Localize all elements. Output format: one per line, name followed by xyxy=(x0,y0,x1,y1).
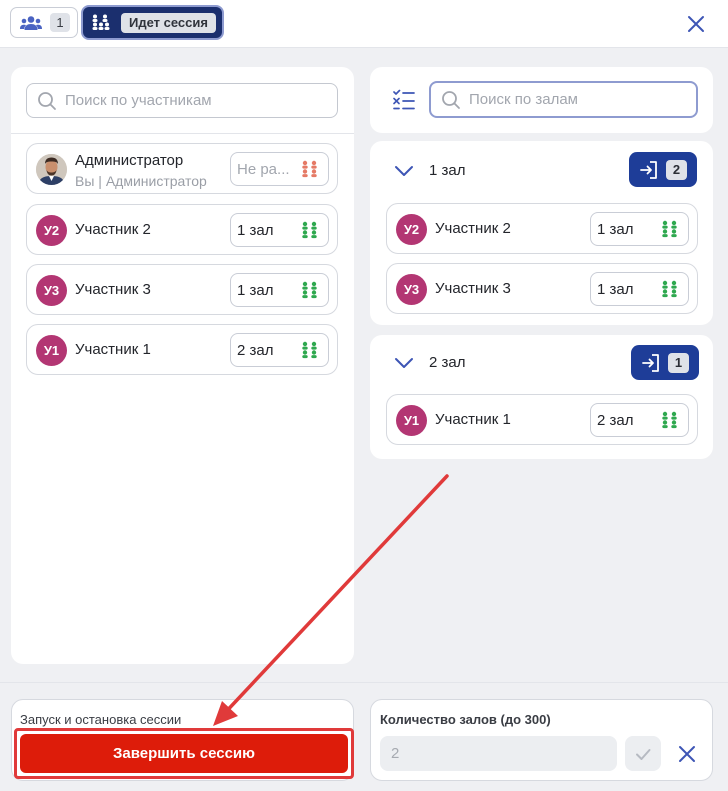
session-tab[interactable]: Идет сессия xyxy=(81,5,224,40)
close-icon xyxy=(679,746,695,762)
avatar: У2 xyxy=(36,215,67,246)
close-button[interactable] xyxy=(684,12,708,36)
avatar xyxy=(36,154,67,185)
participants-tab[interactable]: 1 xyxy=(10,7,78,38)
chevron-down-icon[interactable] xyxy=(394,353,414,373)
rooms-icon xyxy=(302,221,317,239)
participant-name: Участник 3 xyxy=(435,280,511,297)
bottom-bar: Запуск и остановка сессии Завершить сесс… xyxy=(0,682,728,791)
hall-select-value: 2 зал xyxy=(597,411,634,429)
hall-header: 2 зал 1 xyxy=(370,335,713,393)
hall-card: 1 зал 2 У2 Участник 2 1 зал У3 Участник … xyxy=(370,141,713,325)
confirm-button[interactable] xyxy=(625,736,661,771)
hall-select-value: Не ра... xyxy=(237,160,290,178)
hall-select-value: 1 зал xyxy=(597,280,634,298)
hall-select[interactable]: 2 зал xyxy=(230,333,329,367)
hall-header: 1 зал 2 xyxy=(370,141,713,199)
halls-count-label: Количество залов (до 300) xyxy=(380,712,551,727)
participant-row[interactable]: У2 Участник 2 1 зал xyxy=(26,204,338,255)
users-icon xyxy=(20,15,42,30)
join-hall-button[interactable]: 1 xyxy=(631,345,699,380)
hall-select[interactable]: Не ра... xyxy=(230,152,329,186)
participant-name: Участник 2 xyxy=(435,220,511,237)
divider xyxy=(11,133,354,134)
halls-search[interactable] xyxy=(429,81,698,118)
chevron-down-icon[interactable] xyxy=(394,161,414,181)
session-control-label: Запуск и остановка сессии xyxy=(20,712,182,727)
participant-name: Участник 3 xyxy=(75,281,151,298)
avatar: У3 xyxy=(36,275,67,306)
rooms-icon xyxy=(662,220,677,238)
hall-card: 2 зал 1 У1 Участник 1 2 зал xyxy=(370,335,713,459)
hall-member-count: 2 xyxy=(666,159,687,180)
rooms-icon xyxy=(302,281,317,299)
login-icon xyxy=(640,160,657,179)
admin-photo-icon xyxy=(36,154,67,185)
hall-member-row[interactable]: У3 Участник 3 1 зал xyxy=(386,263,698,314)
participant-row[interactable]: У1 Участник 1 2 зал xyxy=(26,324,338,375)
hall-select-value: 1 зал xyxy=(237,221,274,239)
halls-search-panel xyxy=(370,67,713,133)
session-status-badge: Идет сессия xyxy=(121,12,216,33)
avatar: У1 xyxy=(396,405,427,436)
participant-name: Участник 2 xyxy=(75,221,151,238)
join-hall-button[interactable]: 2 xyxy=(629,152,697,187)
login-icon xyxy=(642,353,659,372)
session-control-panel: Запуск и остановка сессии Завершить сесс… xyxy=(11,699,354,781)
close-icon xyxy=(688,16,704,32)
search-icon xyxy=(442,90,460,109)
hall-title: 2 зал xyxy=(429,354,466,371)
end-session-button[interactable]: Завершить сессию xyxy=(20,734,348,773)
hall-select[interactable]: 1 зал xyxy=(590,272,689,306)
avatar: У2 xyxy=(396,214,427,245)
participant-name: Администратор xyxy=(75,152,184,169)
top-bar: 1 Идет сессия xyxy=(0,0,728,48)
avatar: У3 xyxy=(396,274,427,305)
hall-select[interactable]: 1 зал xyxy=(230,213,329,247)
rooms-icon xyxy=(92,14,110,30)
rooms-icon xyxy=(302,341,317,359)
participants-count-badge: 1 xyxy=(50,13,70,32)
hall-select[interactable]: 2 зал xyxy=(590,403,689,437)
hall-member-count: 1 xyxy=(668,352,689,373)
hall-select[interactable]: 1 зал xyxy=(590,212,689,246)
list-check-icon[interactable] xyxy=(393,89,415,111)
participant-role: Вы | Администратор xyxy=(75,173,207,189)
search-icon xyxy=(38,91,56,110)
participants-search-input[interactable] xyxy=(65,92,285,109)
participants-search[interactable] xyxy=(26,83,338,118)
participant-name: Участник 1 xyxy=(75,341,151,358)
halls-count-input[interactable] xyxy=(380,736,617,771)
hall-select-value: 1 зал xyxy=(237,281,274,299)
participant-row[interactable]: У3 Участник 3 1 зал xyxy=(26,264,338,315)
participants-panel: Администратор Вы | Администратор Не ра..… xyxy=(11,67,354,664)
check-icon xyxy=(636,748,651,760)
rooms-icon xyxy=(662,280,677,298)
hall-member-row[interactable]: У2 Участник 2 1 зал xyxy=(386,203,698,254)
end-session-highlight: Завершить сессию xyxy=(14,728,354,779)
halls-count-panel: Количество залов (до 300) xyxy=(370,699,713,781)
hall-title: 1 зал xyxy=(429,162,466,179)
rooms-icon xyxy=(302,160,317,178)
cancel-button[interactable] xyxy=(673,740,701,768)
participant-name: Участник 1 xyxy=(435,411,511,428)
hall-select-value: 2 зал xyxy=(237,341,274,359)
avatar: У1 xyxy=(36,335,67,366)
hall-member-row[interactable]: У1 Участник 1 2 зал xyxy=(386,394,698,445)
halls-search-input[interactable] xyxy=(469,91,689,108)
hall-select[interactable]: 1 зал xyxy=(230,273,329,307)
rooms-icon xyxy=(662,411,677,429)
hall-select-value: 1 зал xyxy=(597,220,634,238)
participant-row-admin[interactable]: Администратор Вы | Администратор Не ра..… xyxy=(26,143,338,194)
